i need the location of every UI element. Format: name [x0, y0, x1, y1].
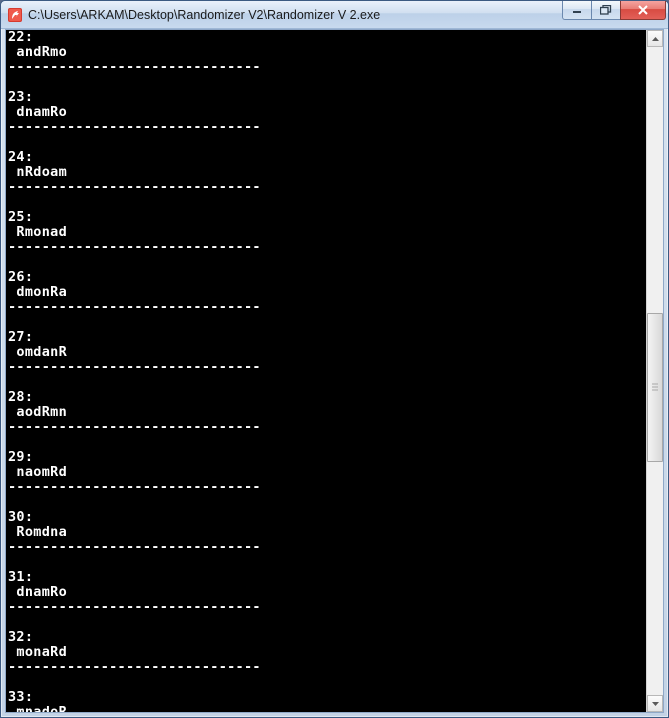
minimize-button[interactable]: [562, 1, 592, 20]
maximize-button[interactable]: [591, 1, 621, 20]
app-window: C:\Users\ARKAM\Desktop\Randomizer V2\Ran…: [0, 0, 669, 718]
chevron-down-icon: [652, 702, 659, 706]
app-icon: [7, 7, 23, 23]
vertical-scrollbar[interactable]: [646, 30, 663, 712]
scroll-down-button[interactable]: [647, 695, 663, 712]
scroll-up-button[interactable]: [647, 30, 663, 47]
titlebar[interactable]: C:\Users\ARKAM\Desktop\Randomizer V2\Ran…: [1, 1, 668, 29]
chevron-up-icon: [652, 37, 659, 41]
console-output: 22: andRmo -----------------------------…: [6, 30, 646, 712]
client-area: 22: andRmo -----------------------------…: [5, 29, 664, 713]
window-controls: [563, 1, 666, 28]
scrollbar-thumb[interactable]: [647, 313, 663, 462]
window-title: C:\Users\ARKAM\Desktop\Randomizer V2\Ran…: [28, 8, 563, 22]
close-button[interactable]: [620, 1, 666, 20]
scrollbar-track[interactable]: [647, 47, 663, 695]
